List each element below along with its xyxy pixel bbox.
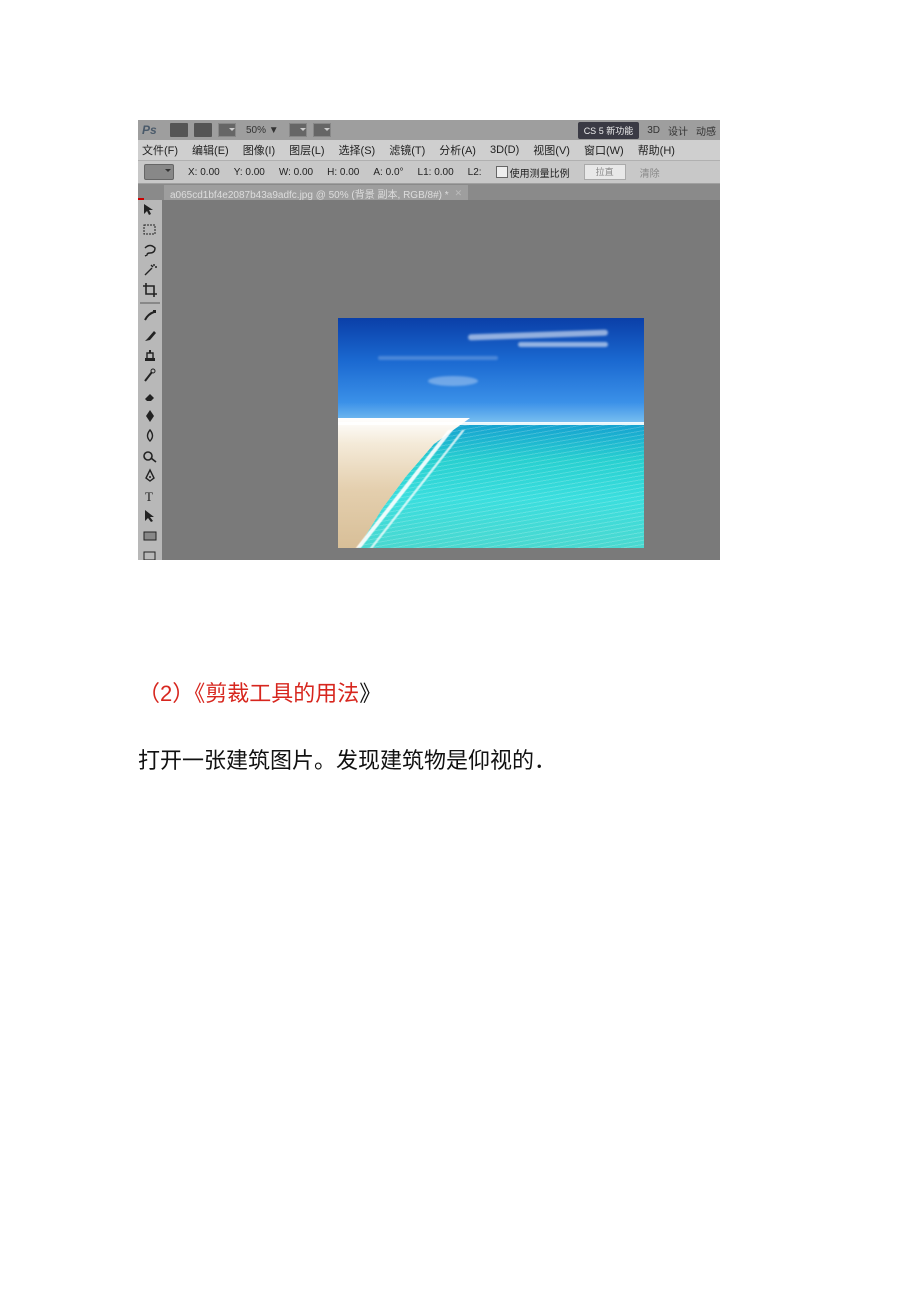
opt-h: H: 0.00	[327, 167, 359, 178]
hand-tool-icon[interactable]	[142, 548, 158, 560]
article-text: （2）《剪裁工具的用法》 打开一张建筑图片。发现建筑物是仰视的．	[138, 672, 782, 784]
extras-icon[interactable]	[313, 123, 331, 137]
crop-tool-icon[interactable]	[142, 282, 158, 298]
options-bar: X: 0.00 Y: 0.00 W: 0.00 H: 0.00 A: 0.0° …	[138, 160, 720, 184]
opt-w: W: 0.00	[279, 167, 313, 178]
menu-file[interactable]: 文件(F)	[142, 142, 178, 158]
menu-analysis[interactable]: 分析(A)	[439, 142, 476, 158]
path-selection-tool-icon[interactable]	[142, 508, 158, 524]
workspace-motion[interactable]: 动感	[696, 123, 716, 138]
workspace-3d[interactable]: 3D	[647, 125, 660, 136]
section-number: （2）《	[138, 681, 205, 706]
gradient-tool-icon[interactable]	[142, 408, 158, 424]
launcher-icons	[170, 123, 236, 137]
blur-tool-icon[interactable]	[142, 428, 158, 444]
menu-layer[interactable]: 图层(L)	[289, 142, 324, 158]
photoshop-logo: Ps	[142, 123, 160, 137]
straighten-button[interactable]: 拉直	[584, 164, 626, 180]
menu-3d[interactable]: 3D(D)	[490, 144, 519, 156]
opt-a: A: 0.0°	[373, 167, 403, 178]
minibridge-icon[interactable]	[194, 123, 212, 137]
workspace: T	[138, 200, 720, 560]
close-icon[interactable]: ✕	[455, 188, 463, 199]
opt-x: X: 0.00	[188, 167, 220, 178]
menu-filter[interactable]: 滤镜(T)	[389, 142, 425, 158]
arrange-documents-icon[interactable]	[289, 123, 307, 137]
healing-brush-tool-icon[interactable]	[142, 308, 158, 324]
screen-mode-icon[interactable]	[218, 123, 236, 137]
workspace-design[interactable]: 设计	[668, 123, 688, 138]
menu-bar: 文件(F) 编辑(E) 图像(I) 图层(L) 选择(S) 滤镜(T) 分析(A…	[138, 140, 720, 160]
opt-l1: L1: 0.00	[418, 167, 454, 178]
type-tool-icon[interactable]: T	[142, 488, 158, 504]
opt-y: Y: 0.00	[234, 167, 265, 178]
menu-window[interactable]: 窗口(W)	[584, 142, 624, 158]
use-scale-label: 使用测量比例	[510, 165, 570, 180]
canvas-area[interactable]	[162, 200, 720, 560]
eraser-tool-icon[interactable]	[142, 388, 158, 404]
svg-text:T: T	[145, 489, 153, 504]
ps-titlebar: Ps 50% ▼ CS 5 新功能 3D 设计 动感	[138, 120, 720, 140]
menu-edit[interactable]: 编辑(E)	[192, 142, 229, 158]
pen-tool-icon[interactable]	[142, 468, 158, 484]
rectangle-tool-icon[interactable]	[142, 528, 158, 544]
dodge-tool-icon[interactable]	[142, 448, 158, 464]
eyedropper-tool-icon[interactable]	[140, 302, 160, 304]
move-tool-icon[interactable]	[142, 202, 158, 218]
toolbox: T	[138, 200, 162, 560]
section-body: 打开一张建筑图片。发现建筑物是仰视的．	[138, 738, 782, 784]
photoshop-screenshot: Ps 50% ▼ CS 5 新功能 3D 设计 动感 文件(F) 编辑(E)	[138, 120, 720, 560]
menu-help[interactable]: 帮助(H)	[638, 142, 675, 158]
lasso-tool-icon[interactable]	[142, 242, 158, 258]
opt-l2: L2:	[468, 167, 482, 178]
document-tab-title: a065cd1bf4e2087b43a9adfc.jpg @ 50% (背景 副…	[170, 186, 449, 201]
zoom-level[interactable]: 50% ▼	[246, 125, 279, 136]
menu-view[interactable]: 视图(V)	[533, 142, 570, 158]
beach-image	[338, 318, 644, 548]
section-suffix: 》	[359, 681, 381, 706]
history-brush-tool-icon[interactable]	[142, 368, 158, 384]
menu-image[interactable]: 图像(I)	[243, 142, 275, 158]
bridge-icon[interactable]	[170, 123, 188, 137]
clear-button[interactable]: 清除	[640, 165, 660, 180]
ruler-tool-preset[interactable]	[144, 164, 174, 180]
section-title: 剪裁工具的用法	[205, 681, 359, 706]
document-tab[interactable]: a065cd1bf4e2087b43a9adfc.jpg @ 50% (背景 副…	[164, 185, 468, 202]
use-measurement-scale-checkbox[interactable]: 使用测量比例	[496, 165, 570, 180]
marquee-tool-icon[interactable]	[142, 222, 158, 238]
cs5-features-button[interactable]: CS 5 新功能	[578, 122, 640, 139]
magic-wand-tool-icon[interactable]	[142, 262, 158, 278]
menu-select[interactable]: 选择(S)	[339, 142, 376, 158]
brush-tool-icon[interactable]	[142, 328, 158, 344]
clone-stamp-tool-icon[interactable]	[142, 348, 158, 364]
arrange-icons	[289, 123, 331, 137]
